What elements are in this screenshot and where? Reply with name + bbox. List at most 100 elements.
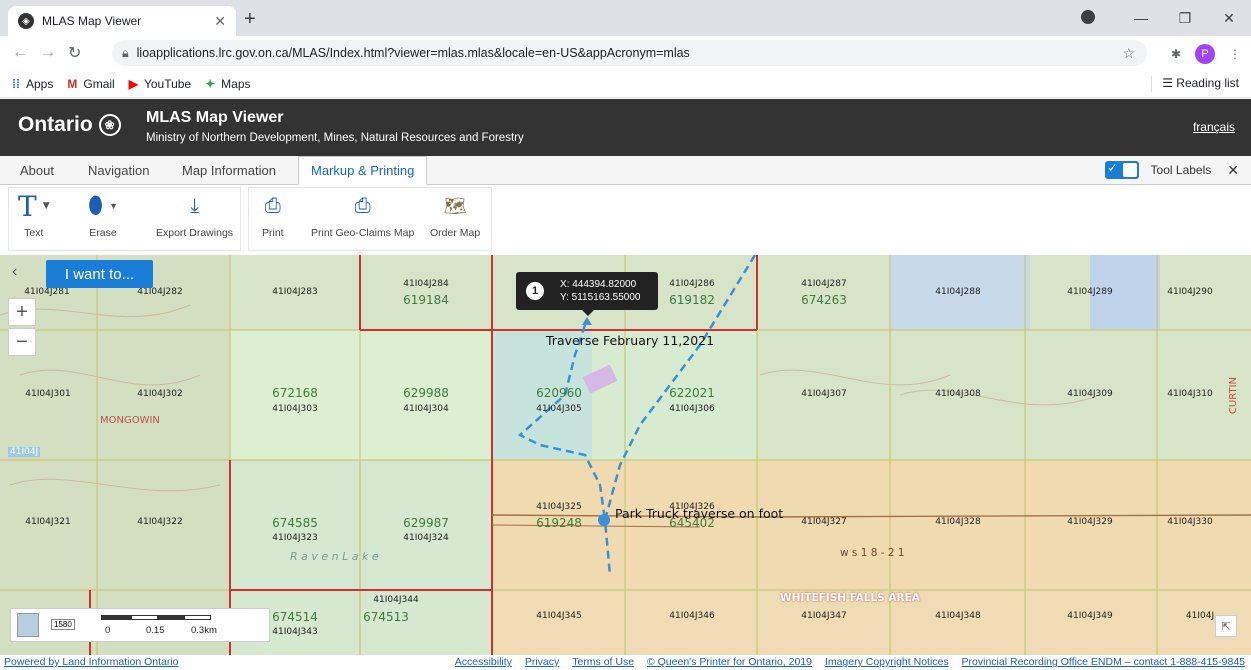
menu-kebab-icon[interactable]: ⋮ bbox=[1229, 47, 1241, 61]
footer-link-imagery[interactable]: Imagery Copyright Notices bbox=[825, 656, 949, 668]
scale-label-end: 0.3km bbox=[191, 625, 217, 636]
bookmark-maps[interactable]: ✦ Maps bbox=[205, 77, 250, 91]
powered-by-link[interactable]: Powered by Land Information Ontario bbox=[4, 656, 179, 668]
export-drawings-label: Export Drawings bbox=[156, 227, 234, 239]
back-button[interactable]: ← bbox=[12, 44, 40, 62]
zoom-out-button[interactable]: − bbox=[8, 328, 36, 356]
parcel-label: 41I04J286 bbox=[669, 279, 715, 290]
claim-number: 619184 bbox=[403, 293, 449, 307]
tool-labels-control: ✓ Tool Labels ✕ bbox=[1104, 161, 1239, 179]
chevron-down-icon[interactable]: ▼ bbox=[109, 201, 118, 211]
tab-markup-printing[interactable]: Markup & Printing bbox=[298, 156, 428, 185]
footer-link-recording-office[interactable]: Provincial Recording Office ENDM – conta… bbox=[962, 656, 1245, 668]
window-controls: — ❐ ✕ bbox=[1075, 0, 1251, 36]
parcel-label: 41I04J346 bbox=[669, 611, 715, 622]
order-map-label: Order Map bbox=[430, 227, 481, 239]
coordinate-marker-number: 1 bbox=[526, 282, 544, 300]
tab-map-information[interactable]: Map Information bbox=[170, 156, 288, 185]
parcel-label: 41I04J309 bbox=[1067, 389, 1113, 400]
menu-tabs: About Navigation Map Information Markup … bbox=[0, 156, 1251, 185]
print-geo-claims-button[interactable]: ⎙ Print Geo-Claims Map bbox=[311, 191, 415, 240]
parcel-label: 41I04J303 bbox=[272, 404, 318, 415]
reload-button[interactable]: ↻ bbox=[68, 43, 96, 63]
parcel-label: 41I04J327 bbox=[801, 517, 847, 528]
bookmark-apps[interactable]: ⁞⁞ Apps bbox=[12, 77, 53, 91]
avatar[interactable]: P bbox=[1195, 44, 1215, 64]
new-tab-button[interactable]: + bbox=[244, 8, 256, 31]
footer-link-accessibility[interactable]: Accessibility bbox=[455, 656, 512, 668]
tab-title: MLAS Map Viewer bbox=[42, 14, 142, 28]
place-label-curtin: CURTIN bbox=[1228, 377, 1239, 415]
footer-link-copyright[interactable]: © Queen's Printer for Ontario, 2019 bbox=[647, 656, 812, 668]
tool-labels-label: Tool Labels bbox=[1150, 163, 1212, 177]
minimize-button[interactable]: — bbox=[1119, 10, 1163, 26]
bookmark-label: Maps bbox=[221, 76, 251, 91]
claim-number: 672168 bbox=[272, 386, 318, 400]
erase-tool-label: Erase bbox=[89, 227, 117, 239]
forward-button[interactable]: → bbox=[40, 44, 68, 62]
markup-label-park-truck[interactable]: Park Truck traverse on foot bbox=[615, 506, 783, 521]
footer-link-terms[interactable]: Terms of Use bbox=[572, 656, 634, 668]
erase-tool-button[interactable]: ⬮ ▼ Erase bbox=[88, 191, 118, 239]
claim-number: 674514 bbox=[272, 610, 318, 624]
ontario-logo[interactable]: Ontario ❀ bbox=[18, 113, 121, 137]
chevron-down-icon[interactable]: ▼ bbox=[43, 201, 50, 211]
bookmark-gmail[interactable]: M Gmail bbox=[67, 77, 114, 91]
claim-number: 674513 bbox=[363, 610, 409, 624]
map-canvas[interactable]: 41I04J281 41I04J282 41I04J283 41I04J284 … bbox=[0, 255, 1251, 655]
coordinate-tooltip[interactable]: 1 X: 444394.82000 Y: 5115163.55000 bbox=[516, 272, 658, 316]
parcel-label: 41I04J bbox=[1185, 611, 1215, 622]
export-drawings-button[interactable]: ⤓ Export Drawings bbox=[156, 191, 234, 240]
printer-icon: ⎙ bbox=[354, 194, 371, 217]
url-field[interactable]: 🔒︎ lioapplications.lrc.gov.on.ca/MLAS/In… bbox=[112, 40, 1147, 66]
tab-navigation[interactable]: Navigation bbox=[76, 156, 161, 185]
text-tool-icon: T bbox=[18, 189, 37, 223]
url-text: lioapplications.lrc.gov.on.ca/MLAS/Index… bbox=[136, 46, 690, 60]
place-label-mongowin: MONGOWIN bbox=[100, 415, 160, 426]
print-button[interactable]: ⎙ Print bbox=[262, 191, 284, 240]
claim-number: 619182 bbox=[669, 293, 715, 307]
bookmark-label: Apps bbox=[26, 76, 54, 91]
markup-label-traverse[interactable]: Traverse February 11,2021 bbox=[546, 333, 714, 348]
bookmark-star-icon[interactable]: ☆ bbox=[1122, 45, 1135, 62]
scale-bar bbox=[101, 615, 211, 620]
order-map-button[interactable]: 🗺︎ Order Map bbox=[430, 191, 481, 240]
tab-about[interactable]: About bbox=[8, 156, 66, 185]
record-icon[interactable] bbox=[1075, 9, 1119, 27]
text-tool-label: Text bbox=[24, 227, 44, 239]
print-geo-claims-label: Print Geo-Claims Map bbox=[311, 227, 415, 239]
eraser-icon: ⬮ bbox=[88, 192, 104, 219]
i-want-to-button[interactable]: I want to... bbox=[46, 260, 153, 288]
close-tab-icon[interactable]: ✕ bbox=[214, 13, 226, 30]
place-label-ws: w s 1 8 - 2 1 bbox=[840, 547, 905, 559]
text-tool-button[interactable]: T ▼ Text bbox=[18, 189, 50, 240]
expand-corner-icon[interactable]: ⇱ bbox=[1215, 615, 1237, 637]
extensions-icon[interactable]: ✱ bbox=[1171, 47, 1181, 61]
close-icon[interactable]: ✕ bbox=[1227, 162, 1239, 179]
tool-labels-toggle[interactable]: ✓ bbox=[1104, 161, 1139, 179]
map-graphics bbox=[0, 255, 1251, 655]
lock-icon: 🔒︎ bbox=[122, 45, 129, 60]
claim-number: 674585 bbox=[272, 516, 318, 530]
browser-tab[interactable]: ◈ MLAS Map Viewer ✕ bbox=[8, 6, 236, 36]
parcel-label: 41I04J343 bbox=[272, 627, 318, 638]
place-label-whitefish: WHITEFISH FALLS AREA bbox=[780, 592, 920, 604]
parcel-label: 41I04J308 bbox=[935, 389, 981, 400]
overview-map-icon[interactable] bbox=[17, 613, 39, 637]
reading-list-icon: ☰ bbox=[1162, 76, 1177, 91]
collapse-panel-icon[interactable]: ‹ bbox=[12, 263, 17, 281]
youtube-icon: ▶ bbox=[128, 76, 138, 91]
close-window-button[interactable]: ✕ bbox=[1207, 10, 1251, 27]
language-link[interactable]: français bbox=[1193, 120, 1235, 134]
bookmark-label: YouTube bbox=[143, 76, 192, 91]
coordinate-x: X: 444394.82000 bbox=[560, 279, 637, 290]
zoom-in-button[interactable]: + bbox=[8, 298, 36, 326]
footer-link-privacy[interactable]: Privacy bbox=[525, 656, 559, 668]
parcel-label: 41I04J348 bbox=[935, 611, 981, 622]
bookmark-youtube[interactable]: ▶ YouTube bbox=[129, 77, 191, 91]
restore-button[interactable]: ❐ bbox=[1163, 10, 1207, 27]
parcel-label: 41I04J306 bbox=[669, 404, 715, 415]
maps-icon: ✦ bbox=[205, 76, 216, 91]
parcel-label: 41I04J349 bbox=[1067, 611, 1113, 622]
reading-list-button[interactable]: ☰ Reading list bbox=[1151, 76, 1239, 92]
